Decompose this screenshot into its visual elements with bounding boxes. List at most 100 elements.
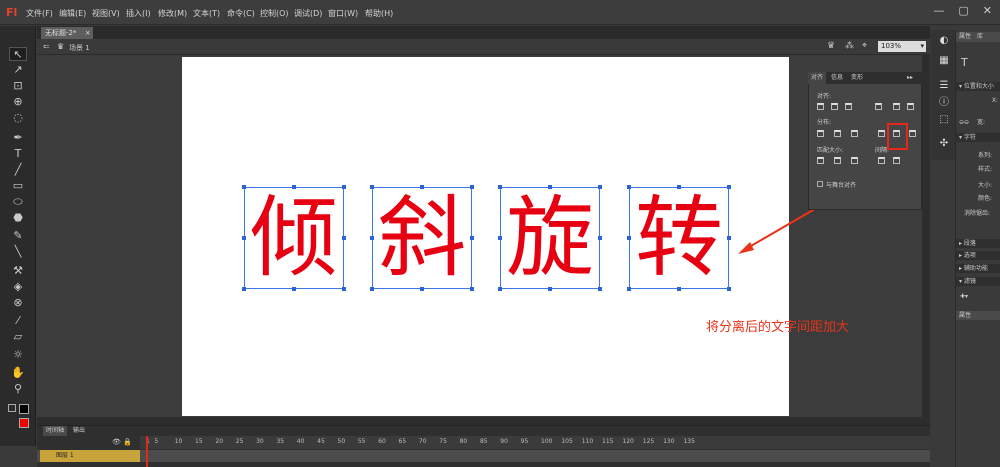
lock-icon[interactable]: 🔒 [123, 438, 132, 446]
menu-item-1[interactable]: 编辑(E) [59, 8, 86, 19]
transform-handle[interactable] [498, 236, 502, 240]
transform-handle[interactable] [370, 185, 374, 189]
transform-handle[interactable] [470, 236, 474, 240]
transform-handle[interactable] [598, 287, 602, 291]
transform-handle[interactable] [342, 287, 346, 291]
paint-bucket-icon[interactable]: ◈ [9, 280, 27, 294]
stage-char-3[interactable]: 旋 [500, 187, 600, 289]
layer-name[interactable]: 图层 1 [40, 450, 140, 462]
ink-bottle-icon[interactable]: ⊗ [9, 296, 27, 310]
color-panel-icon[interactable]: ◐ [938, 35, 950, 47]
menu-item-0[interactable]: 文件(F) [26, 8, 53, 19]
align-option-icon[interactable] [834, 157, 841, 164]
align-option-icon[interactable] [817, 130, 824, 137]
tab-timeline[interactable]: 时间轴 [43, 426, 68, 436]
menu-item-3[interactable]: 插入(I) [126, 8, 151, 19]
camera-tool-icon[interactable]: ☼ [9, 348, 27, 362]
info-panel-icon[interactable]: ⓘ [938, 97, 950, 109]
align-option-icon[interactable] [831, 103, 838, 110]
transform-handle[interactable] [420, 185, 424, 189]
close-tab-icon[interactable]: × [85, 29, 91, 37]
stroke-color-swatch[interactable] [8, 404, 16, 412]
transform-handle[interactable] [627, 236, 631, 240]
maximize-button[interactable]: ▢ [958, 4, 968, 17]
align-option-icon[interactable] [907, 103, 914, 110]
transform-handle[interactable] [370, 287, 374, 291]
transform-handle[interactable] [292, 185, 296, 189]
playhead[interactable] [146, 436, 148, 467]
transform-handle[interactable] [548, 287, 552, 291]
transform-handle[interactable] [677, 287, 681, 291]
edit-symbol-icon[interactable]: ⁂ [845, 41, 854, 51]
transform-handle[interactable] [370, 236, 374, 240]
subselection-tool-icon[interactable]: ↗ [9, 63, 27, 77]
transform-handle[interactable] [598, 236, 602, 240]
link-icon[interactable]: ⊖⊖ 宽: [956, 117, 1000, 126]
stroke-color-fill[interactable] [19, 404, 29, 414]
align-option-icon[interactable] [875, 103, 882, 110]
hand-tool-icon[interactable]: ✋ [9, 366, 27, 380]
menu-item-5[interactable]: 文本(T) [193, 8, 220, 19]
brush-tool-icon[interactable]: ╲ [9, 245, 27, 259]
zoom-select[interactable]: 103% ▾ [878, 41, 926, 52]
align-option-icon[interactable] [845, 103, 852, 110]
tab-library[interactable]: 库 [977, 33, 983, 40]
tab-info[interactable]: 信息 [828, 72, 846, 84]
align-option-icon[interactable] [851, 130, 858, 137]
align-option-icon[interactable] [851, 157, 858, 164]
transform-handle[interactable] [420, 287, 424, 291]
align-option-icon[interactable] [893, 103, 900, 110]
align-panel-icon[interactable]: ☰ [938, 80, 950, 92]
document-tab[interactable]: 无标题-2* × [41, 27, 93, 39]
menu-item-2[interactable]: 视图(V) [92, 8, 120, 19]
rectangle-tool-icon[interactable]: ▭ [9, 179, 27, 193]
oval-tool-icon[interactable]: ⬭ [9, 195, 27, 209]
menu-item-10[interactable]: 帮助(H) [365, 8, 393, 19]
components-icon[interactable]: ✣ [938, 138, 950, 150]
section-character[interactable]: ▾ 字符 [956, 133, 1000, 142]
minimize-button[interactable]: — [933, 4, 944, 17]
3d-rotation-icon[interactable]: ⊕ [9, 95, 27, 109]
transform-handle[interactable] [498, 287, 502, 291]
polystar-tool-icon[interactable]: ⬣ [9, 211, 27, 225]
align-option-icon[interactable] [878, 157, 885, 164]
free-transform-icon[interactable]: ⊡ [9, 79, 27, 93]
align-option-icon[interactable] [834, 130, 841, 137]
section-paragraph[interactable]: ▸ 段落 [956, 239, 1000, 248]
horizontal-scrollbar[interactable] [37, 417, 930, 425]
distribute-option-icon[interactable] [909, 130, 916, 137]
add-filter-icon[interactable]: ✚▾ [956, 293, 1000, 300]
stage-char-1[interactable]: 倾 [244, 187, 344, 289]
tab-align[interactable]: 对齐 [808, 72, 827, 84]
transform-handle[interactable] [627, 185, 631, 189]
edit-scene-icon[interactable]: ♛ [827, 41, 835, 51]
stage-char-2[interactable]: 斜 [372, 187, 472, 289]
selection-tool-icon[interactable]: ↖ [9, 47, 27, 61]
tab-output[interactable]: 输出 [70, 426, 88, 436]
transform-handle[interactable] [598, 185, 602, 189]
center-stage-icon[interactable]: ⌖ [862, 41, 867, 51]
fill-color-swatch[interactable] [19, 418, 29, 428]
menu-item-6[interactable]: 命令(C) [227, 8, 255, 19]
transform-handle[interactable] [677, 185, 681, 189]
frame-ruler[interactable]: 1510152025303540455055606570758085909510… [140, 436, 930, 449]
bone-tool-icon[interactable]: ⚒ [9, 264, 27, 278]
section-accessibility[interactable]: ▸ 辅助功能 [956, 264, 1000, 273]
transform-panel-icon[interactable]: ⬚ [938, 114, 950, 126]
zoom-tool-icon[interactable]: ⚲ [9, 382, 27, 396]
transform-handle[interactable] [242, 185, 246, 189]
layer-row[interactable] [37, 450, 930, 462]
section-filters[interactable]: ▾ 滤镜 [956, 277, 1000, 286]
align-to-stage-checkbox[interactable] [817, 181, 823, 187]
eraser-icon[interactable]: ▱ [9, 330, 27, 344]
align-option-icon[interactable] [893, 157, 900, 164]
align-option-icon[interactable] [817, 157, 824, 164]
line-tool-icon[interactable]: ╱ [9, 163, 27, 177]
vertical-scrollbar[interactable] [922, 55, 930, 417]
menu-item-8[interactable]: 调试(D) [294, 8, 322, 19]
section-options[interactable]: ▸ 选项 [956, 251, 1000, 260]
lasso-icon[interactable]: ◌ [9, 111, 27, 125]
panel-menu-icon[interactable]: ▸▸ [904, 72, 916, 84]
pencil-tool-icon[interactable]: ✎ [9, 229, 27, 243]
menu-item-7[interactable]: 控制(O) [260, 8, 289, 19]
